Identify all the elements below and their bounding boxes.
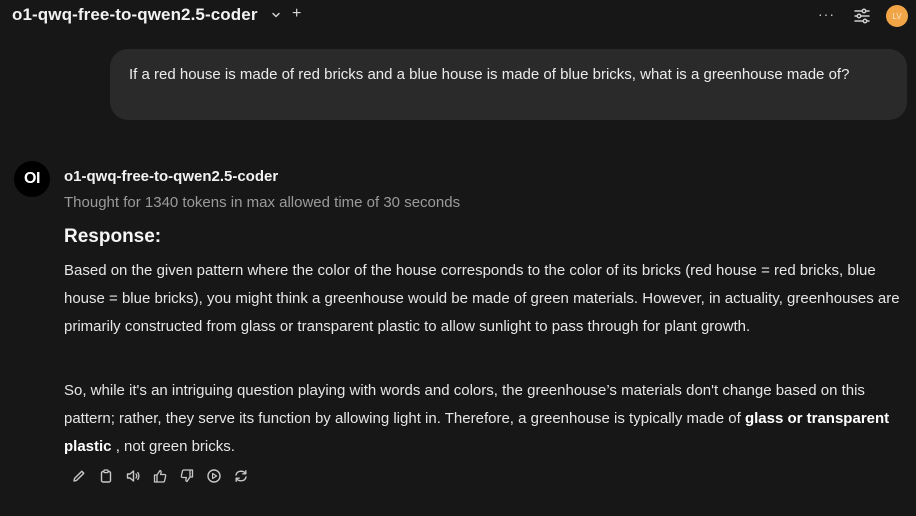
more-options-icon[interactable]: ··· — [818, 6, 835, 22]
assistant-avatar: OI — [14, 161, 50, 197]
response-heading: Response: — [64, 226, 162, 247]
edit-icon[interactable] — [70, 467, 87, 484]
continue-icon[interactable] — [205, 467, 222, 484]
thumbs-down-icon[interactable] — [178, 467, 195, 484]
copy-icon[interactable] — [97, 467, 114, 484]
top-bar: o1-qwq-free-to-qwen2.5-coder + ··· LV — [0, 0, 916, 34]
response-paragraph-1: Based on the given pattern where the col… — [64, 262, 900, 335]
user-message: If a red house is made of red bricks and… — [110, 49, 907, 120]
assistant-name: o1-qwq-free-to-qwen2.5-coder — [64, 168, 279, 185]
thought-status: Thought for 1340 tokens in max allowed t… — [64, 194, 461, 211]
add-model-button[interactable]: + — [292, 6, 301, 22]
user-avatar[interactable]: LV — [886, 5, 908, 27]
response-paragraph-2: So, while it's an intriguing question pl… — [64, 377, 908, 461]
regenerate-icon[interactable] — [232, 467, 249, 484]
message-actions — [70, 467, 249, 485]
thumbs-up-icon[interactable] — [151, 467, 168, 484]
read-aloud-icon[interactable] — [124, 467, 141, 484]
model-selector[interactable]: o1-qwq-free-to-qwen2.5-coder — [12, 5, 258, 25]
controls-icon[interactable] — [853, 7, 871, 25]
chevron-down-icon[interactable] — [270, 9, 282, 21]
paragraph-text-end: , not green bricks. — [111, 438, 235, 455]
